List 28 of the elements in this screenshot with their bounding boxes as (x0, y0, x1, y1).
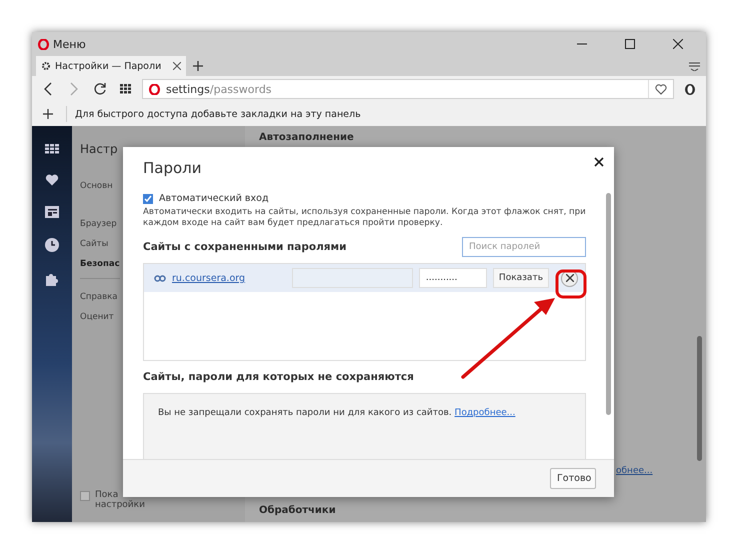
site-link[interactable]: ru.coursera.org (172, 272, 246, 284)
saved-heading: Сайты с сохраненными паролями (143, 241, 346, 254)
more-link[interactable]: обнее... (616, 466, 653, 476)
done-button[interactable]: Готово (550, 468, 596, 489)
address-field[interactable]: settings/passwords (142, 79, 674, 99)
browser-tab[interactable]: Настройки — Пароли (36, 56, 186, 76)
settings-title: Настр (80, 142, 119, 156)
settings-nav-item[interactable]: Безопас (80, 254, 120, 274)
menu-label[interactable]: Меню (53, 38, 86, 50)
settings-nav-link[interactable]: Оценит (80, 307, 114, 327)
password-search-field[interactable]: Поиск паролей (462, 237, 586, 258)
advanced-checkbox-label: Пока настройки (95, 491, 145, 510)
settings-nav-item[interactable]: Основн (80, 176, 113, 196)
settings-nav-item[interactable]: Браузер (80, 214, 117, 234)
settings-nav-link[interactable]: Справка (80, 287, 118, 307)
section-heading: Автозаполнение (259, 132, 355, 143)
show-password-button[interactable]: Показать (492, 268, 549, 288)
saved-password-row[interactable]: ru.coursera.org ........... Показать (144, 264, 585, 292)
never-saved-text: Вы не запрещали сохранять пароли ни для какого из сайтов. Подробнее... (143, 393, 586, 459)
section-heading: Обработчики (259, 505, 337, 516)
dialog-title: Пароли (143, 159, 203, 177)
password-field[interactable]: ........... (418, 268, 487, 288)
auto-login-label: Автоматический вход (159, 193, 269, 204)
auto-login-description: Автоматически входить на сайты, используя сохраненные пароли. Когда этот флажок снят, при каждом входе на сайт вам будет предлагаться пройти проверку. (143, 207, 586, 230)
settings-nav-item[interactable]: Сайты (80, 234, 108, 254)
never-saved-heading: Сайты, пароли для которых не сохраняются (143, 371, 415, 384)
more-link[interactable]: Подробнее... (454, 408, 516, 418)
bookmarks-hint: Для быстрого доступа добавьте закладки на эту панель (75, 108, 361, 120)
